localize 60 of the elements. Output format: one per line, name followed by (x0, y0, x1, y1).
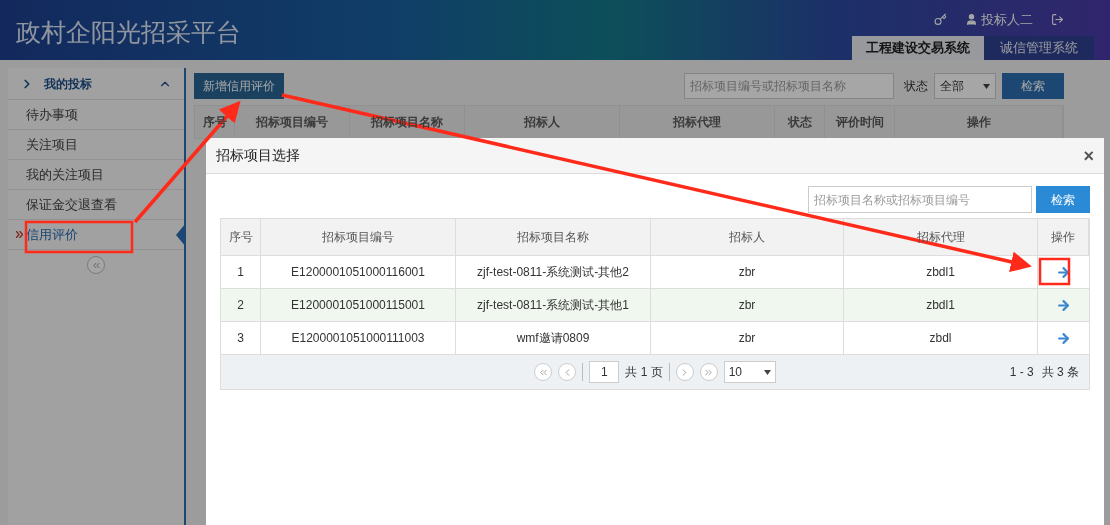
sidebar-item[interactable]: 信用评价 (26, 224, 78, 245)
column-header: 招标项目编号 (256, 114, 328, 131)
key-icon[interactable] (934, 13, 947, 27)
record-range: 1 - 3 (1009, 364, 1034, 381)
sidebar-section-header[interactable]: 我的投标 (8, 68, 184, 100)
page-size-select[interactable]: 10 (723, 361, 776, 383)
add-evaluation-button[interactable]: 新增信用评价 (194, 73, 284, 99)
select-arrow-icon[interactable] (1056, 264, 1071, 280)
close-button[interactable]: × (1083, 146, 1094, 165)
column-header: 招标代理 (673, 114, 721, 131)
search-field[interactable]: 招标项目编号或招标项目名称 (684, 73, 894, 99)
table-cell: zbdl1 (844, 256, 1038, 288)
dialog-search-field[interactable]: 招标项目名称或招标项目编号 (808, 186, 1032, 213)
logout-icon[interactable] (1051, 13, 1064, 27)
dropdown-caret-icon (763, 369, 771, 375)
table-cell: zbr (651, 256, 844, 288)
sidebar-item[interactable]: 关注项目 (26, 134, 78, 155)
table-cell: E1200001051000111003 (261, 322, 456, 354)
table-cell: wmf邀请0809 (456, 322, 651, 354)
site-title: 政村企阳光招采平台 (16, 17, 241, 48)
table-cell: 1 (221, 256, 261, 288)
highlight-box (1038, 257, 1071, 286)
system-tab[interactable]: 工程建设交易系统 (852, 36, 984, 60)
table-cell: zjf-test-0811-系统测试-其他1 (456, 289, 651, 321)
record-total: 共 3 条 (1041, 364, 1079, 381)
table-cell: E1200001051000115001 (261, 289, 456, 321)
user-icon (965, 13, 978, 27)
sidebar-item[interactable]: 保证金交退查看 (26, 194, 117, 215)
table-cell: zbr (651, 289, 844, 321)
table-cell: 3 (221, 322, 261, 354)
column-header: 操作 (966, 114, 991, 131)
column-header: 状态 (787, 114, 812, 131)
sidebar-item[interactable]: 我的关注项目 (26, 164, 104, 185)
column-header: 招标人 (729, 229, 765, 246)
dropdown-caret-icon (983, 83, 990, 89)
table-cell: zbr (651, 322, 844, 354)
table-cell: E1200001051000116001 (261, 256, 456, 288)
double-chevron-icon (16, 231, 23, 238)
page-input[interactable]: 1 (589, 361, 620, 383)
table-cell: zjf-test-0811-系统测试-其他2 (456, 256, 651, 288)
table-cell: zbdl (844, 322, 1038, 354)
select-arrow-icon[interactable] (1056, 297, 1071, 313)
sidebar-item[interactable]: 待办事项 (26, 104, 78, 125)
dialog-search-button[interactable]: 检索 (1036, 186, 1090, 213)
dialog-title: 招标项目选择 (216, 146, 300, 165)
column-header: 评价时间 (835, 114, 884, 131)
column-header: 操作 (1051, 229, 1075, 246)
system-tab[interactable]: 诚信管理系统 (984, 36, 1094, 60)
column-header: 招标项目编号 (322, 229, 394, 246)
table-cell: 2 (221, 289, 261, 321)
table-cell: zbdl1 (844, 289, 1038, 321)
status-select[interactable]: 全部 (934, 73, 996, 99)
column-header: 招标人 (524, 114, 560, 131)
search-button[interactable]: 检索 (1002, 73, 1064, 99)
column-header: 序号 (228, 229, 253, 246)
column-header: 招标项目名称 (517, 229, 589, 246)
page-count: 共 1 页 (625, 364, 663, 381)
user-name[interactable]: 投标人二 (981, 10, 1033, 30)
select-arrow-icon[interactable] (1056, 330, 1071, 346)
status-label: 状态 (904, 78, 928, 95)
